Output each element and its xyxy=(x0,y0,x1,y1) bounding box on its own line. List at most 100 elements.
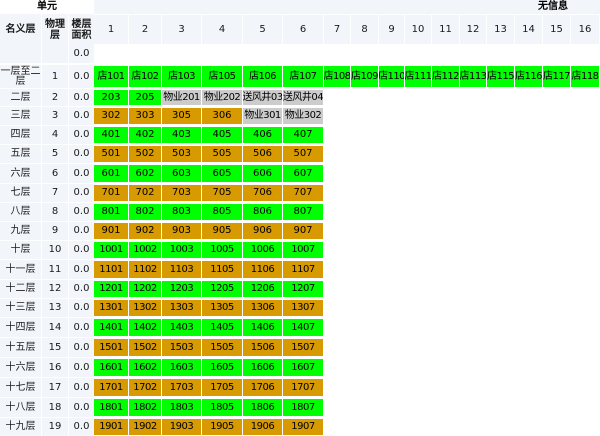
unit-cell[interactable]: 1705 xyxy=(202,379,242,396)
unit-cell[interactable]: 1406 xyxy=(243,319,282,336)
unit-cell[interactable]: 302 xyxy=(94,108,128,124)
unit-cell[interactable]: 1307 xyxy=(283,300,323,316)
unit-cell[interactable]: 1806 xyxy=(243,399,282,416)
unit-cell[interactable]: 1203 xyxy=(162,281,201,297)
unit-cell[interactable]: 物业201 xyxy=(162,90,201,105)
unit-cell[interactable]: 701 xyxy=(94,185,128,201)
unit-cell[interactable]: 1603 xyxy=(162,359,201,376)
unit-cell[interactable]: 送风井03 xyxy=(243,90,282,105)
unit-cell[interactable]: 店108 xyxy=(324,66,350,87)
unit-cell[interactable]: 1007 xyxy=(283,242,323,258)
unit-cell[interactable]: 602 xyxy=(129,165,161,182)
unit-cell[interactable]: 506 xyxy=(243,146,282,162)
unit-cell[interactable]: 1706 xyxy=(243,379,282,396)
unit-cell[interactable]: 店113 xyxy=(460,66,486,87)
unit-cell[interactable]: 物业202 xyxy=(202,90,242,105)
unit-cell[interactable]: 1905 xyxy=(202,419,242,435)
unit-cell[interactable]: 407 xyxy=(283,127,323,143)
unit-cell[interactable]: 店110 xyxy=(379,66,404,87)
unit-cell[interactable]: 1305 xyxy=(202,300,242,316)
unit-cell[interactable]: 店103 xyxy=(162,66,201,87)
unit-cell[interactable]: 1607 xyxy=(283,359,323,376)
unit-cell[interactable]: 1303 xyxy=(162,300,201,316)
unit-cell[interactable]: 1205 xyxy=(202,281,242,297)
unit-cell[interactable]: 205 xyxy=(129,90,161,105)
unit-cell[interactable]: 601 xyxy=(94,165,128,182)
unit-cell[interactable]: 1306 xyxy=(243,300,282,316)
unit-cell[interactable]: 203 xyxy=(94,90,128,105)
unit-cell[interactable]: 606 xyxy=(243,165,282,182)
unit-cell[interactable]: 1606 xyxy=(243,359,282,376)
unit-cell[interactable]: 706 xyxy=(243,185,282,201)
unit-cell[interactable]: 1006 xyxy=(243,242,282,258)
unit-cell[interactable]: 705 xyxy=(202,185,242,201)
unit-cell[interactable]: 703 xyxy=(162,185,201,201)
unit-cell[interactable]: 1701 xyxy=(94,379,128,396)
unit-cell[interactable]: 1505 xyxy=(202,339,242,356)
unit-cell[interactable]: 1302 xyxy=(129,300,161,316)
unit-cell[interactable]: 店105 xyxy=(202,66,242,87)
unit-cell[interactable]: 1807 xyxy=(283,399,323,416)
unit-cell[interactable]: 物业302 xyxy=(283,108,323,124)
unit-cell[interactable]: 806 xyxy=(243,204,282,220)
unit-cell[interactable]: 903 xyxy=(162,223,201,239)
unit-cell[interactable]: 305 xyxy=(162,108,201,124)
unit-cell[interactable]: 店107 xyxy=(283,66,323,87)
unit-cell[interactable]: 406 xyxy=(243,127,282,143)
unit-cell[interactable]: 店102 xyxy=(129,66,161,87)
unit-cell[interactable]: 1207 xyxy=(283,281,323,297)
unit-cell[interactable]: 1403 xyxy=(162,319,201,336)
unit-cell[interactable]: 1202 xyxy=(129,281,161,297)
unit-cell[interactable]: 902 xyxy=(129,223,161,239)
unit-cell[interactable]: 905 xyxy=(202,223,242,239)
unit-cell[interactable]: 901 xyxy=(94,223,128,239)
unit-cell[interactable]: 店109 xyxy=(351,66,378,87)
unit-cell[interactable]: 906 xyxy=(243,223,282,239)
unit-cell[interactable]: 店112 xyxy=(432,66,459,87)
unit-cell[interactable]: 1206 xyxy=(243,281,282,297)
unit-cell[interactable]: 507 xyxy=(283,146,323,162)
unit-cell[interactable]: 403 xyxy=(162,127,201,143)
unit-cell[interactable]: 店118 xyxy=(571,66,599,87)
unit-cell[interactable]: 店111 xyxy=(405,66,431,87)
unit-cell[interactable]: 1802 xyxy=(129,399,161,416)
unit-cell[interactable]: 1101 xyxy=(94,261,128,278)
unit-cell[interactable]: 1801 xyxy=(94,399,128,416)
unit-cell[interactable]: 1707 xyxy=(283,379,323,396)
unit-cell[interactable]: 505 xyxy=(202,146,242,162)
unit-cell[interactable]: 803 xyxy=(162,204,201,220)
unit-cell[interactable]: 303 xyxy=(129,108,161,124)
unit-cell[interactable]: 店117 xyxy=(543,66,570,87)
unit-cell[interactable]: 物业301 xyxy=(243,108,282,124)
unit-cell[interactable]: 807 xyxy=(283,204,323,220)
unit-cell[interactable]: 1402 xyxy=(129,319,161,336)
unit-cell[interactable]: 1502 xyxy=(129,339,161,356)
unit-cell[interactable]: 1703 xyxy=(162,379,201,396)
unit-cell[interactable]: 1601 xyxy=(94,359,128,376)
unit-cell[interactable]: 707 xyxy=(283,185,323,201)
unit-cell[interactable]: 店106 xyxy=(243,66,282,87)
unit-cell[interactable]: 1105 xyxy=(202,261,242,278)
unit-cell[interactable]: 306 xyxy=(202,108,242,124)
unit-cell[interactable]: 503 xyxy=(162,146,201,162)
unit-cell[interactable]: 送风井04 xyxy=(283,90,323,105)
unit-cell[interactable]: 1003 xyxy=(162,242,201,258)
unit-cell[interactable]: 1507 xyxy=(283,339,323,356)
unit-cell[interactable]: 401 xyxy=(94,127,128,143)
unit-cell[interactable]: 店116 xyxy=(515,66,542,87)
unit-cell[interactable]: 402 xyxy=(129,127,161,143)
unit-cell[interactable]: 1506 xyxy=(243,339,282,356)
unit-cell[interactable]: 1501 xyxy=(94,339,128,356)
unit-cell[interactable]: 1503 xyxy=(162,339,201,356)
unit-cell[interactable]: 1405 xyxy=(202,319,242,336)
unit-cell[interactable]: 店101 xyxy=(94,66,128,87)
unit-cell[interactable]: 1906 xyxy=(243,419,282,435)
unit-cell[interactable]: 1401 xyxy=(94,319,128,336)
unit-cell[interactable]: 1103 xyxy=(162,261,201,278)
unit-cell[interactable]: 605 xyxy=(202,165,242,182)
unit-cell[interactable]: 店115 xyxy=(487,66,514,87)
unit-cell[interactable]: 405 xyxy=(202,127,242,143)
unit-cell[interactable]: 1602 xyxy=(129,359,161,376)
unit-cell[interactable]: 1005 xyxy=(202,242,242,258)
unit-cell[interactable]: 502 xyxy=(129,146,161,162)
